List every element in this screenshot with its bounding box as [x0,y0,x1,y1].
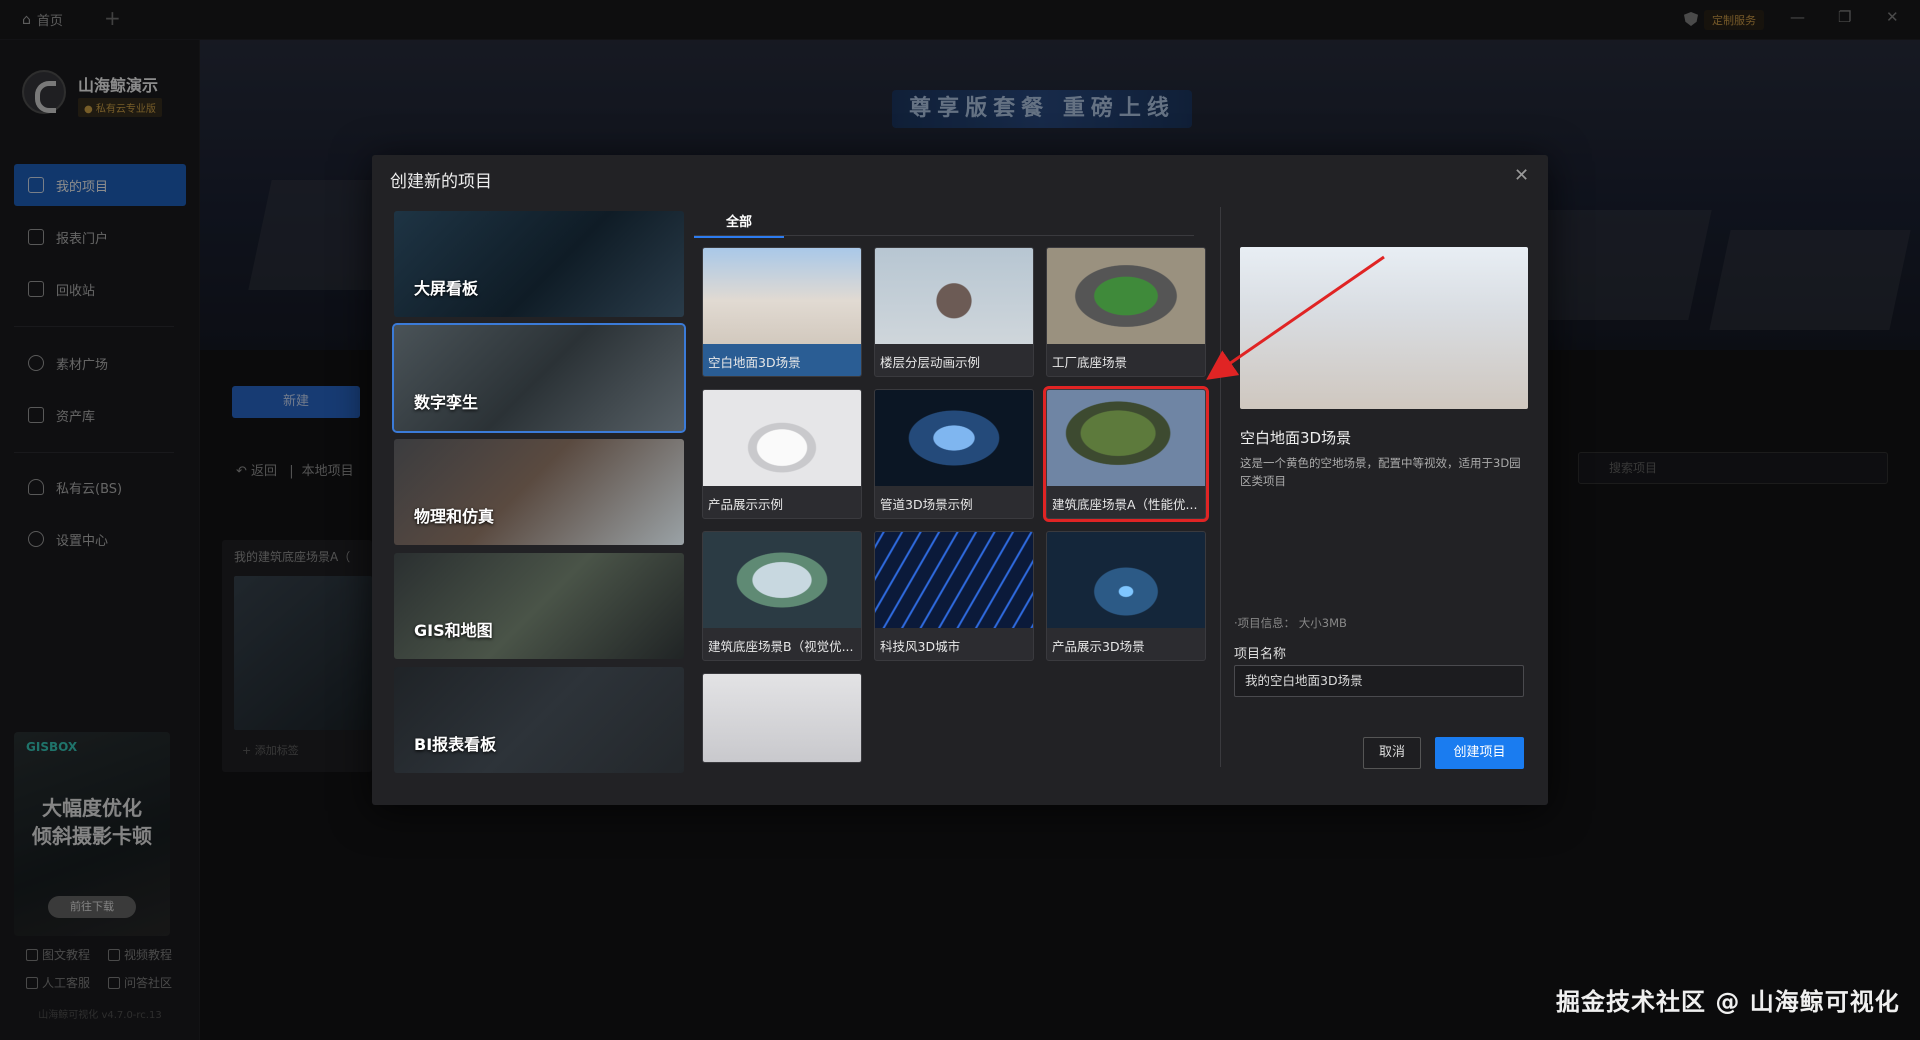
category-physics-simulation[interactable]: 物理和仿真 [394,439,684,545]
project-name-label: 项目名称 [1234,647,1287,662]
template-label: 建筑底座场景A（性能优... [1052,497,1198,512]
project-name-input[interactable]: 我的空白地面3D场景 [1234,665,1524,697]
category-gis-map[interactable]: GIS和地图 [394,553,684,659]
template-pipeline-3d[interactable]: 管道3D场景示例 [874,389,1034,519]
template-building-base-b[interactable]: 建筑底座场景B（视觉优... [702,531,862,661]
template-label: 管道3D场景示例 [880,497,973,512]
template-thumbnail [703,248,861,344]
template-product-3d[interactable]: 产品展示3D场景 [1046,531,1206,661]
template-label: 科技风3D城市 [880,639,961,654]
template-label: 产品展示3D场景 [1052,639,1145,654]
preview-image [1240,247,1528,409]
template-thumbnail [875,532,1033,628]
template-blank-ground[interactable]: 空白地面3D场景 [702,247,862,377]
template-thumbnail [703,390,861,486]
tab-all[interactable]: 全部 [694,211,784,238]
cancel-button[interactable]: 取消 [1363,737,1421,769]
watermark: 掘金技术社区 @ 山海鲸可视化 [1556,988,1900,1016]
project-info: ·项目信息： 大小3MB [1234,616,1347,630]
template-thumbnail [875,248,1033,344]
template-thumbnail [1047,532,1205,628]
template-floor-plan[interactable] [702,673,862,763]
template-label: 建筑底座场景B（视觉优... [708,639,854,654]
category-label: 数字孪生 [414,393,479,412]
template-product-showcase[interactable]: 产品展示示例 [702,389,862,519]
template-thumbnail [703,532,861,628]
template-building-base-a[interactable]: 建筑底座场景A（性能优... [1043,386,1209,522]
category-label: 大屏看板 [414,279,479,298]
dialog-divider [1220,207,1221,767]
template-factory-base[interactable]: 工厂底座场景 [1046,247,1206,377]
template-thumbnail [875,390,1033,486]
category-label: BI报表看板 [414,735,497,754]
category-label: GIS和地图 [414,621,493,640]
create-project-button[interactable]: 创建项目 [1435,737,1524,769]
category-bi-report[interactable]: BI报表看板 [394,667,684,773]
category-label: 物理和仿真 [414,507,495,526]
template-label: 产品展示示例 [708,497,784,512]
template-thumbnail [1047,248,1205,344]
close-icon[interactable]: ✕ [1514,165,1529,186]
template-label: 楼层分层动画示例 [880,355,981,370]
app-window: ⌂ 首页 + 定制服务 — ❐ ✕ 山海鲸演示 ● 私有云专业版 我的项目 报表… [0,0,1920,1040]
template-thumbnail [1047,390,1205,486]
preview-name: 空白地面3D场景 [1240,429,1352,447]
template-floor-animation[interactable]: 楼层分层动画示例 [874,247,1034,377]
create-project-dialog: 创建新的项目 ✕ 大屏看板 数字孪生 物理和仿真 GIS和地图 BI报表看板 全… [372,155,1548,805]
dialog-title: 创建新的项目 [390,172,492,192]
template-label: 工厂底座场景 [1052,355,1128,370]
category-digital-twin[interactable]: 数字孪生 [392,323,686,433]
category-big-screen[interactable]: 大屏看板 [394,211,684,317]
preview-description: 这是一个黄色的空地场景，配置中等视效，适用于3D园区类项目 [1240,456,1521,488]
template-label: 空白地面3D场景 [703,344,861,376]
template-tech-city[interactable]: 科技风3D城市 [874,531,1034,661]
template-thumbnail [703,674,861,762]
